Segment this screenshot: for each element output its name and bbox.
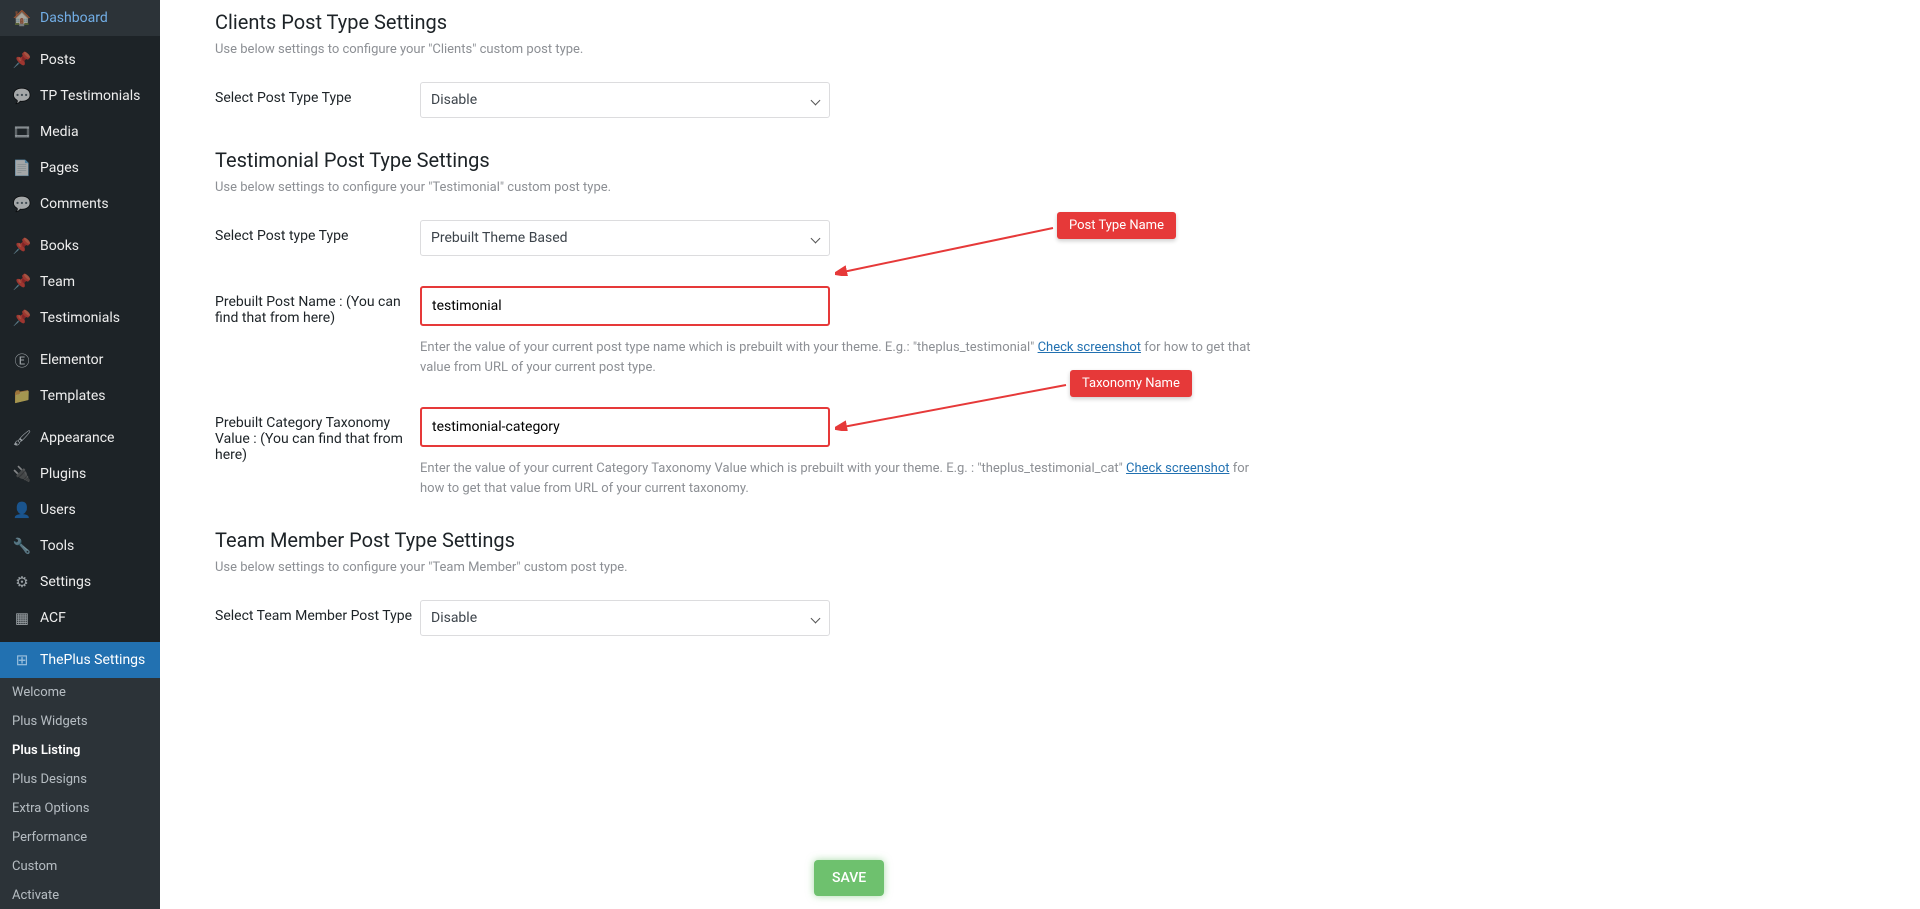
sidebar-item-comments[interactable]: 💬 Comments (0, 186, 160, 222)
sidebar-item-templates[interactable]: 📁 Templates (0, 378, 160, 414)
submenu-item-plus-widgets[interactable]: Plus Widgets (0, 707, 160, 736)
sidebar-item-label: ACF (40, 610, 66, 626)
appearance-icon: 🖌 (12, 428, 32, 448)
media-icon: 🎞 (12, 122, 32, 142)
submenu-item-activate[interactable]: Activate (0, 881, 160, 909)
sidebar-item-tools[interactable]: 🔧 Tools (0, 528, 160, 564)
sidebar-item-label: Dashboard (40, 10, 108, 26)
acf-icon: ▦ (12, 608, 32, 628)
team-section: Team Member Post Type Settings Use below… (215, 528, 1900, 636)
post-type-select[interactable]: Disable (420, 82, 830, 118)
sidebar-item-label: Plugins (40, 466, 86, 482)
books-icon: 📌 (12, 236, 32, 256)
sidebar-item-appearance[interactable]: 🖌 Appearance (0, 420, 160, 456)
section-title: Team Member Post Type Settings (215, 528, 1900, 552)
clients-section: Clients Post Type Settings Use below set… (215, 10, 1900, 118)
section-desc: Use below settings to configure your "Cl… (215, 42, 1900, 57)
sidebar-item-label: Pages (40, 160, 79, 176)
submenu-item-performance[interactable]: Performance (0, 823, 160, 852)
testimonial-section: Testimonial Post Type Settings Use below… (215, 148, 1900, 498)
testimonials-icon: 📌 (12, 308, 32, 328)
sidebar-item-books[interactable]: 📌 Books (0, 228, 160, 264)
submenu-item-custom[interactable]: Custom (0, 852, 160, 881)
submenu-item-plus-designs[interactable]: Plus Designs (0, 765, 160, 794)
sidebar-item-settings[interactable]: ⚙ Settings (0, 564, 160, 600)
sidebar-item-theplus-settings[interactable]: ⊞ ThePlus Settings (0, 642, 160, 678)
sidebar-item-tp-testimonials[interactable]: 💬 TP Testimonials (0, 78, 160, 114)
plugins-icon: 🔌 (12, 464, 32, 484)
field-label: Select Team Member Post Type (215, 600, 420, 624)
chevron-down-icon (811, 95, 821, 105)
sidebar-item-label: Team (40, 274, 75, 290)
tp-testimonials-icon: 💬 (12, 86, 32, 106)
settings-icon: ⚙ (12, 572, 32, 592)
team-post-type-select[interactable]: Disable (420, 600, 830, 636)
prebuilt-category-input[interactable] (420, 407, 830, 447)
post-type-name-badge: Post Type Name (1057, 212, 1176, 239)
templates-icon: 📁 (12, 386, 32, 406)
field-label: Prebuilt Post Name : (You can find that … (215, 286, 420, 326)
sidebar-item-team[interactable]: 📌 Team (0, 264, 160, 300)
sidebar-item-media[interactable]: 🎞 Media (0, 114, 160, 150)
check-screenshot-link[interactable]: Check screenshot (1126, 461, 1229, 476)
dashboard-icon: 🏠 (12, 8, 32, 28)
sidebar-item-elementor[interactable]: Ⓔ Elementor (0, 342, 160, 378)
submenu-item-extra-options[interactable]: Extra Options (0, 794, 160, 823)
sidebar-item-label: Comments (40, 196, 109, 212)
submenu-item-plus-listing[interactable]: Plus Listing (0, 736, 160, 765)
sidebar-item-pages[interactable]: 📄 Pages (0, 150, 160, 186)
sidebar-item-acf[interactable]: ▦ ACF (0, 600, 160, 636)
section-title: Testimonial Post Type Settings (215, 148, 1900, 172)
section-desc: Use below settings to configure your "Te… (215, 180, 1900, 195)
tools-icon: 🔧 (12, 536, 32, 556)
sidebar-item-testimonials[interactable]: 📌 Testimonials (0, 300, 160, 336)
sidebar-item-label: Templates (40, 388, 106, 404)
check-screenshot-link[interactable]: Check screenshot (1038, 340, 1141, 355)
comments-icon: 💬 (12, 194, 32, 214)
sidebar-item-label: Posts (40, 52, 76, 68)
admin-sidebar: 🏠 Dashboard 📌 Posts 💬 TP Testimonials 🎞 Media 📄 P… (0, 0, 160, 909)
taxonomy-name-badge: Taxonomy Name (1070, 370, 1192, 397)
sidebar-item-posts[interactable]: 📌 Posts (0, 42, 160, 78)
theplus-settings-icon: ⊞ (12, 650, 32, 670)
field-label: Select Post type Type (215, 220, 420, 244)
users-icon: 👤 (12, 500, 32, 520)
help-text: Enter the value of your current Category… (420, 459, 1260, 498)
sidebar-item-label: Tools (40, 538, 74, 554)
sidebar-item-plugins[interactable]: 🔌 Plugins (0, 456, 160, 492)
sidebar-item-label: Elementor (40, 352, 103, 368)
sidebar-item-label: ThePlus Settings (40, 652, 145, 668)
posts-icon: 📌 (12, 50, 32, 70)
field-label: Select Post Type Type (215, 82, 420, 106)
sidebar-item-label: Media (40, 124, 79, 140)
field-label: Prebuilt Category Taxonomy Value : (You … (215, 407, 420, 463)
save-button[interactable]: SAVE (814, 860, 884, 896)
pages-icon: 📄 (12, 158, 32, 178)
sidebar-item-label: Appearance (40, 430, 114, 446)
post-type-select[interactable]: Prebuilt Theme Based (420, 220, 830, 256)
section-title: Clients Post Type Settings (215, 10, 1900, 34)
main-content: Clients Post Type Settings Use below set… (160, 0, 1920, 909)
submenu-item-welcome[interactable]: Welcome (0, 678, 160, 707)
team-icon: 📌 (12, 272, 32, 292)
elementor-icon: Ⓔ (12, 350, 32, 370)
sidebar-item-dashboard[interactable]: 🏠 Dashboard (0, 0, 160, 36)
chevron-down-icon (811, 613, 821, 623)
sidebar-item-label: Testimonials (40, 310, 120, 326)
sidebar-item-users[interactable]: 👤 Users (0, 492, 160, 528)
chevron-down-icon (811, 233, 821, 243)
sidebar-item-label: Settings (40, 574, 91, 590)
sidebar-item-label: TP Testimonials (40, 88, 140, 104)
sidebar-item-label: Books (40, 238, 79, 254)
section-desc: Use below settings to configure your "Te… (215, 560, 1900, 575)
prebuilt-post-name-input[interactable] (420, 286, 830, 326)
arrow-icon (835, 224, 1057, 276)
sidebar-item-label: Users (40, 502, 76, 518)
